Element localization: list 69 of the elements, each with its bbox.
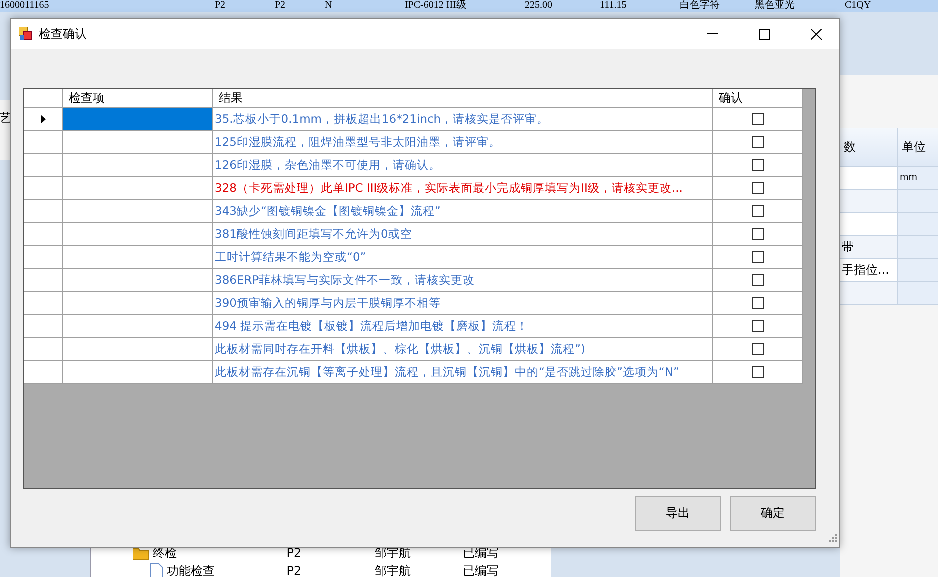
table-cell: 381酸性蚀刻间距填写不允许为0或空 — [213, 223, 713, 246]
table-cell: 343缺少“图镀铜镍金【图镀铜镍金】流程” — [213, 200, 713, 223]
table-cell: 带 — [840, 236, 898, 259]
table-cell-text: P2 — [286, 545, 303, 561]
table-cell: 328（卡死需处理）此单IPC III级标准，实际表面最小完成铜厚填写为II级，请核实更改... — [213, 177, 713, 200]
checkbox[interactable] — [752, 159, 764, 171]
checkbox[interactable] — [752, 113, 764, 125]
table-cell: 工时计算结果不能为空或“0” — [213, 246, 713, 269]
table-cell-text: 邹宇航 — [374, 545, 412, 561]
table-cell[interactable] — [63, 338, 213, 361]
column-header: 数 — [840, 128, 898, 167]
table-cell[interactable] — [63, 154, 213, 177]
table-cell — [840, 167, 898, 190]
table-cell[interactable] — [63, 269, 213, 292]
table-cell[interactable] — [63, 292, 213, 315]
table-cell-text: P2 — [286, 563, 303, 577]
table-cell: 390预审输入的铜厚与内层干膜铜厚不相等 — [213, 292, 713, 315]
table-cell[interactable] — [63, 177, 213, 200]
table-cell[interactable] — [63, 108, 213, 131]
checkbox[interactable] — [752, 297, 764, 309]
table-cell-text: IPC-6012 III级 — [405, 0, 468, 12]
table-cell-text: 1600011165 — [0, 0, 50, 12]
maximize-icon[interactable] — [758, 28, 770, 40]
table-cell[interactable] — [63, 223, 213, 246]
table-cell: 386ERP菲林填写与实际文件不一致，请核实更改 — [213, 269, 713, 292]
checkbox[interactable] — [752, 182, 764, 194]
table-cell[interactable] — [63, 315, 213, 338]
tree-item[interactable]: 功能检查 — [167, 563, 215, 577]
table-cell: 此板材需同时存在开料【烘板】、棕化【烘板】、沉铜【烘板】流程”) — [213, 338, 713, 361]
table-cell[interactable] — [63, 200, 213, 223]
checkbox[interactable] — [752, 343, 764, 355]
table-cell: 手指位... — [840, 259, 898, 282]
table-cell-text: N — [325, 0, 334, 12]
checkbox[interactable] — [752, 228, 764, 240]
table-cell-text: P2 — [215, 0, 227, 12]
column-header: 单位 — [898, 128, 938, 167]
table-cell-text: P2 — [275, 0, 287, 12]
table-cell[interactable] — [63, 361, 213, 384]
dialog-button[interactable]: 导出 — [635, 496, 721, 531]
table-cell-text: 111.15 — [600, 0, 628, 12]
table-cell: 126印湿膜，杂色油墨不可使用，请确认。 — [213, 154, 713, 177]
checkbox[interactable] — [752, 136, 764, 148]
column-header: 确认 — [713, 89, 803, 108]
resize-grip-icon[interactable] — [829, 534, 837, 542]
tree-item[interactable]: 终检 — [153, 545, 177, 561]
table-cell-text: 黑色亚光 — [755, 0, 796, 12]
table-cell-text: 邹宇航 — [374, 563, 412, 577]
dialog-button[interactable]: 确定 — [730, 496, 816, 531]
table-cell[interactable] — [63, 246, 213, 269]
window-title: 检查确认 — [39, 26, 88, 42]
table-cell-text: 已编写 — [462, 563, 500, 577]
table-cell — [840, 213, 898, 236]
close-icon[interactable] — [810, 28, 822, 40]
table-cell: mm — [898, 167, 938, 190]
minimize-icon[interactable] — [706, 33, 718, 35]
app-icon — [19, 27, 33, 41]
table-cell-text: C1QY — [845, 0, 872, 12]
table-cell: 125印湿膜流程，阻焊油墨型号非太阳油墨，请评审。 — [213, 131, 713, 154]
table-cell: 此板材需存在沉铜【等离子处理】流程，且沉铜【沉铜】中的“是否跳过除胶”选项为“N” — [213, 361, 713, 384]
checkbox[interactable] — [752, 320, 764, 332]
column-header: 结果 — [213, 89, 713, 108]
checkbox[interactable] — [752, 366, 764, 378]
checkbox[interactable] — [752, 274, 764, 286]
table-cell[interactable] — [63, 131, 213, 154]
checkbox[interactable] — [752, 251, 764, 263]
table-cell: 494 提示需在电镀【板镀】流程后增加电镀【磨板】流程！ — [213, 315, 713, 338]
table-cell: 35.芯板小于0.1mm，拼板超出16*21inch，请核实是否评审。 — [213, 108, 713, 131]
table-cell-text: 225.00 — [525, 0, 554, 12]
checkbox[interactable] — [752, 205, 764, 217]
